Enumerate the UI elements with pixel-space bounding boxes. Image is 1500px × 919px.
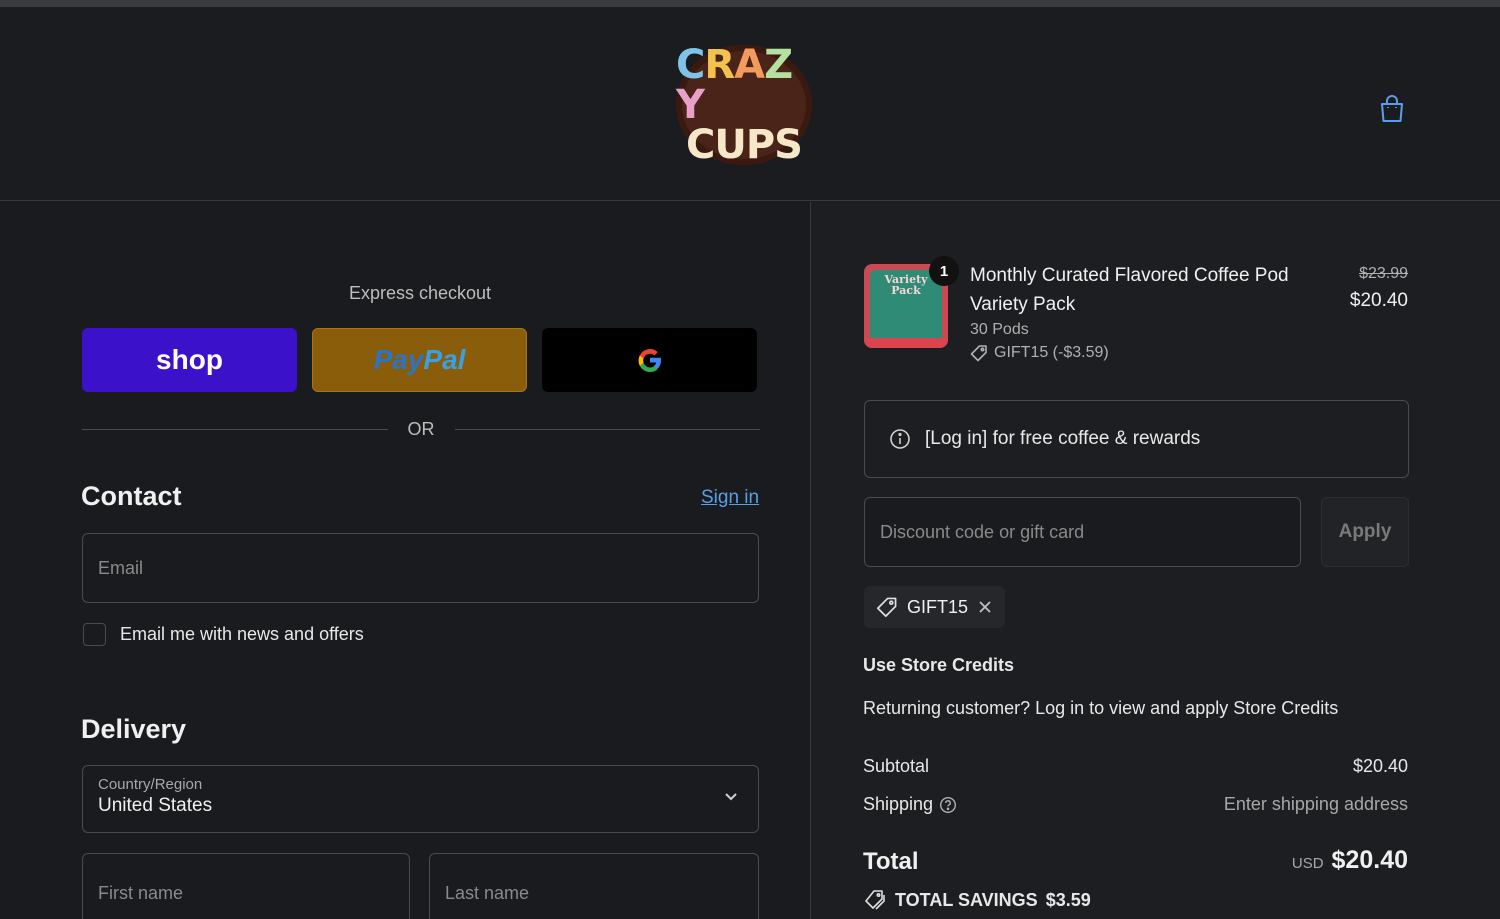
shipping-value: Enter shipping address [1223, 794, 1408, 814]
cart-button[interactable] [1374, 91, 1410, 127]
paypal-button[interactable]: Pay Pal [312, 328, 527, 392]
help-icon[interactable] [939, 796, 957, 814]
total-amount: USD $20.40 [1292, 846, 1408, 875]
country-value: United States [98, 795, 213, 816]
product-image: Variety Pack [870, 270, 942, 342]
country-label: Country/Region [98, 776, 203, 793]
tag-icon [970, 345, 987, 362]
total-label: Total [863, 848, 919, 875]
discount-code-input[interactable] [864, 497, 1301, 567]
paypal-label-part2: Pal [423, 344, 466, 375]
paypal-label-part1: Pay [373, 344, 424, 375]
product-name: Monthly Curated Flavored Coffee Pod Vari… [970, 265, 1289, 315]
crazy-cups-logo[interactable]: CRAZY CUPS [676, 45, 812, 165]
sign-in-link[interactable]: Sign in [701, 487, 759, 509]
total-value: $20.40 [1331, 846, 1408, 874]
store-credits-text: Returning customer? Log in to view and a… [863, 698, 1339, 718]
last-name-field[interactable] [429, 853, 759, 919]
total-savings-label: TOTAL SAVINGS [895, 889, 1038, 910]
product-original-price: $23.99 [1359, 265, 1408, 282]
google-g-icon [638, 349, 661, 372]
shipping-label: Shipping [863, 794, 957, 815]
google-pay-button[interactable] [542, 328, 757, 392]
email-field[interactable] [82, 533, 759, 603]
login-rewards-text: [Log in] for free coffee & rewards [925, 428, 1201, 449]
applied-discount-code: GIFT15 [907, 596, 969, 617]
contact-title: Contact [81, 481, 182, 511]
or-divider: OR [82, 418, 760, 440]
info-icon [890, 429, 910, 449]
logo-line-2: CUPS [686, 122, 803, 168]
subtotal-label-text: Subtotal [863, 756, 930, 776]
delivery-title: Delivery [81, 714, 187, 744]
quantity-badge: 1 [929, 256, 959, 286]
or-line-left [82, 428, 388, 430]
logo-line-1: CRAZY [676, 42, 793, 128]
country-select[interactable]: Country/Region United States [82, 765, 759, 833]
shop-pay-label: shop [156, 344, 223, 375]
total-currency: USD [1291, 855, 1324, 872]
checkout-header: CRAZY CUPS [0, 7, 1500, 201]
window-top-strip [0, 0, 1500, 7]
total-savings: TOTAL SAVINGS $3.59 [863, 889, 1091, 911]
applied-discount-chip: GIFT15 [864, 586, 1006, 628]
product-thumbnail-band [864, 338, 948, 348]
express-checkout-label: Express checkout [348, 283, 492, 303]
shopping-bag-icon [1381, 95, 1403, 122]
tag-icon [876, 597, 897, 618]
newsletter-checkbox[interactable] [83, 623, 106, 646]
first-name-field[interactable] [82, 853, 410, 919]
or-line-right [454, 428, 760, 430]
shipping-label-text: Shipping [863, 794, 934, 814]
newsletter-label: Email me with news and offers [120, 624, 364, 644]
shop-pay-button[interactable]: shop [82, 328, 297, 392]
product-discount-text: GIFT15 (-$3.59) [994, 344, 1109, 361]
column-divider [810, 202, 811, 919]
store-credits-title: Use Store Credits [863, 655, 1015, 675]
apply-discount-button[interactable]: Apply [1321, 497, 1409, 567]
newsletter-option: Email me with news and offers [83, 623, 364, 646]
product-price: $20.40 [1349, 290, 1408, 311]
close-icon [979, 601, 991, 613]
tags-icon [865, 890, 885, 910]
chevron-down-icon [725, 793, 737, 801]
subtotal-value: $20.40 [1352, 756, 1408, 776]
login-rewards-banner[interactable]: [Log in] for free coffee & rewards [864, 400, 1409, 478]
remove-discount-button[interactable] [977, 599, 993, 615]
product-variant: 30 Pods [970, 321, 1029, 338]
or-label: OR [407, 418, 435, 439]
subtotal-label: Subtotal [863, 756, 929, 777]
product-discount-line: GIFT15 (-$3.59) [970, 344, 1109, 362]
total-savings-value: $3.59 [1045, 889, 1091, 910]
